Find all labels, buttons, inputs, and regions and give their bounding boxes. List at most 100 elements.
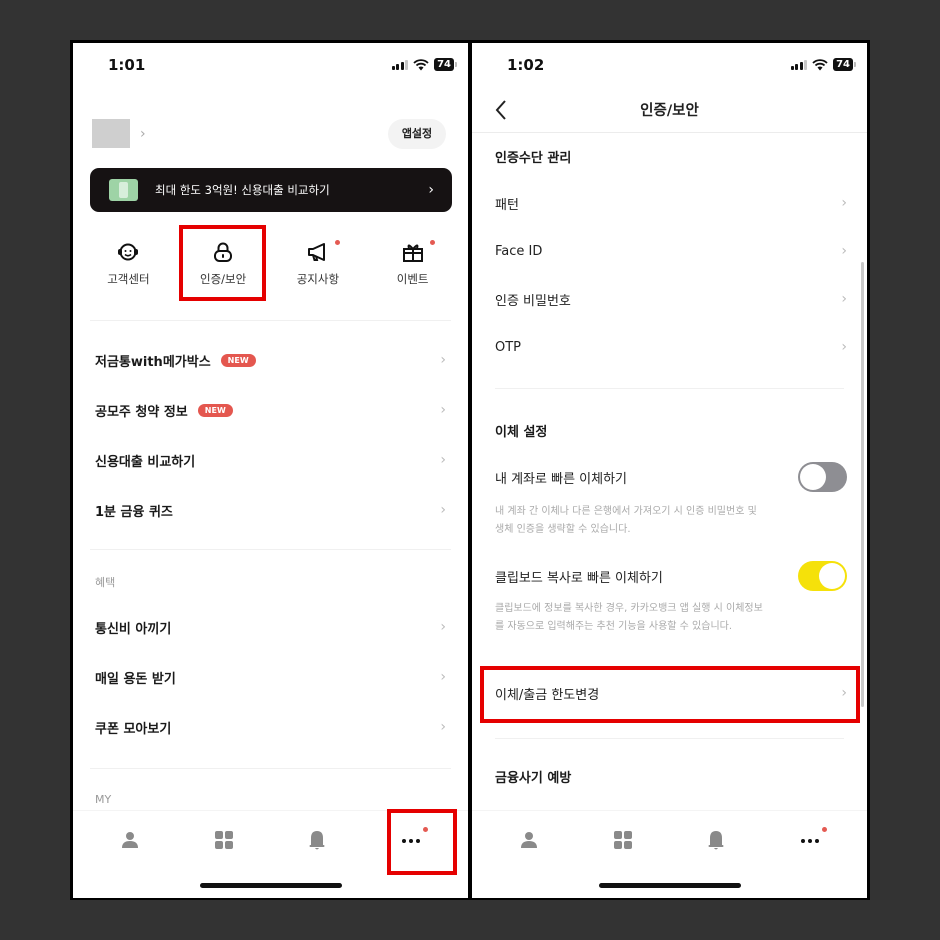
menu-item-ipo-info[interactable]: 공모주 청약 정보 NEW › [73,385,468,435]
profile-link[interactable]: › [92,119,146,148]
status-time: 1:02 [507,56,545,74]
setting-label: 내 계좌로 빠른 이체하기 [495,471,627,487]
left-phone-screen: 1:01 74 › 앱설정 최대 한도 3억원! 신용대출 비교하기 › 고객센… [73,43,468,898]
status-time: 1:01 [108,56,146,74]
highlight-box-limit-change [480,666,860,723]
divider [495,388,844,389]
tab-products[interactable] [199,825,249,855]
divider [495,738,844,739]
tab-products[interactable] [598,825,648,855]
loan-banner[interactable]: 최대 한도 3억원! 신용대출 비교하기 › [90,168,452,212]
home-indicator [199,883,342,888]
menu-item-coupons[interactable]: 쿠폰 모아보기 › [73,702,468,752]
quick-transfer-setting: 내 계좌로 빠른 이체하기 [472,453,867,501]
auth-item-face-id[interactable]: Face ID › [472,227,867,275]
tab-notifications[interactable] [292,825,342,855]
menu-item-daily-allowance[interactable]: 매일 용돈 받기 › [73,652,468,702]
menu-item-label: 신용대출 비교하기 [95,454,196,470]
chevron-right-icon: › [440,352,446,368]
divider [90,768,451,769]
menu-item-phone-bill[interactable]: 통신비 아끼기 › [73,602,468,652]
scrollbar[interactable] [861,262,864,707]
grid-icon [613,831,632,849]
right-phone-screen: 1:02 74 인증/보안 인증수단 관리 패턴 › Face ID › 인증 … [472,43,867,898]
bottom-tab-bar [472,810,867,898]
app-settings-button[interactable]: 앱설정 [388,119,446,149]
benefits-menu-list: 통신비 아끼기 › 매일 용돈 받기 › 쿠폰 모아보기 › [73,602,468,752]
chevron-right-icon: › [841,339,847,355]
tab-profile[interactable] [504,825,554,855]
nav-bar: 인증/보안 [472,89,867,133]
tab-profile[interactable] [105,825,155,855]
quick-menu-notice[interactable]: 공지사항 [273,239,363,287]
status-bar: 1:02 74 [472,43,867,89]
wifi-icon [413,58,429,70]
chevron-right-icon: › [440,502,446,518]
quick-menu: 고객센터 인증/보안 공지사항 이벤트 [73,239,468,287]
setting-label: 클립보드 복사로 빠른 이체하기 [495,570,663,586]
highlight-box-more-tab [387,809,457,875]
auth-item-otp[interactable]: OTP › [472,323,867,371]
auth-item-pattern[interactable]: 패턴 › [472,179,867,227]
menu-item-label: 쿠폰 모아보기 [95,721,172,737]
divider [90,320,451,321]
new-badge: NEW [197,403,233,417]
quick-transfer-description: 내 계좌 간 이체나 다른 은행에서 가져오기 시 인증 비밀번호 및 생체 인… [495,506,757,535]
auth-item-label: 인증 비밀번호 [495,293,571,309]
chevron-right-icon: › [140,125,146,142]
notification-dot [334,240,340,245]
menu-item-finance-quiz[interactable]: 1분 금융 퀴즈 › [73,485,468,535]
new-badge: NEW [220,353,256,367]
status-bar: 1:01 74 [73,43,468,89]
menu-item-piggybank[interactable]: 저금통with메가박스 NEW › [73,335,468,385]
cellular-signal-icon [391,59,409,70]
quick-menu-label: 고객센터 [107,272,150,286]
wifi-icon [812,58,828,70]
divider [90,549,451,550]
quick-menu-event[interactable]: 이벤트 [368,239,458,287]
back-icon[interactable] [492,98,512,122]
quick-transfer-toggle[interactable] [798,462,847,492]
menu-item-loan-compare[interactable]: 신용대출 비교하기 › [73,435,468,485]
section-title-transfer: 이체 설정 [495,425,548,440]
auth-item-password[interactable]: 인증 비밀번호 › [472,275,867,323]
section-title-auth: 인증수단 관리 [495,151,572,166]
money-icon [109,179,138,201]
bell-icon [708,831,724,850]
quick-menu-label: 공지사항 [296,272,340,286]
chevron-right-icon: › [440,719,446,735]
menu-item-label: 공모주 청약 정보 [95,404,188,420]
section-label-benefits: 혜택 [95,576,116,589]
highlight-box-auth-security [179,225,266,301]
chevron-right-icon: › [428,182,434,198]
avatar [92,119,130,148]
chevron-right-icon: › [440,452,446,468]
person-icon [520,832,537,848]
auth-item-label: 패턴 [495,197,519,213]
tab-notifications[interactable] [691,825,741,855]
clipboard-transfer-setting: 클립보드 복사로 빠른 이체하기 [472,552,867,600]
auth-item-label: OTP [495,339,522,355]
chevron-right-icon: › [440,669,446,685]
battery-icon: 74 [833,58,856,71]
chevron-right-icon: › [841,195,847,211]
tab-more[interactable] [785,825,835,855]
headset-icon [118,243,139,261]
chevron-right-icon: › [440,619,446,635]
chevron-right-icon: › [440,402,446,418]
clipboard-transfer-toggle[interactable] [798,561,847,591]
megaphone-icon [307,243,325,261]
person-icon [121,832,138,848]
gift-icon [402,244,423,262]
quick-menu-customer-center[interactable]: 고객센터 [83,239,173,287]
page-title: 인증/보안 [640,103,699,119]
notification-dot [822,827,828,832]
auth-item-label: Face ID [495,243,543,259]
battery-icon: 74 [434,58,457,71]
service-menu-list: 저금통with메가박스 NEW › 공모주 청약 정보 NEW › 신용대출 비… [73,335,468,535]
chevron-right-icon: › [841,243,847,259]
section-title-fraud-prevention: 금융사기 예방 [495,771,572,786]
menu-item-label: 통신비 아끼기 [95,621,172,637]
banner-text: 최대 한도 3억원! 신용대출 비교하기 [155,183,330,197]
section-label-my: MY [95,793,112,806]
